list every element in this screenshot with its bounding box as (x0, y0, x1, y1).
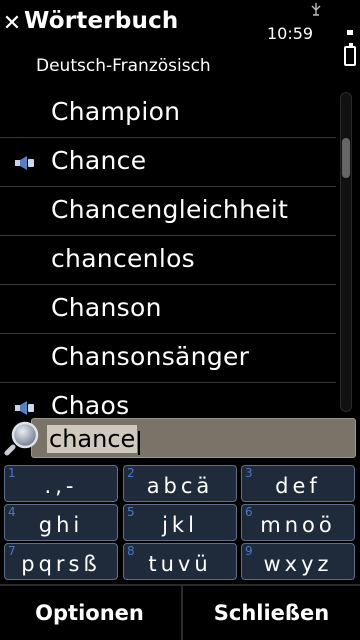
key-letters: jkl (162, 513, 198, 537)
text-caret (138, 430, 141, 455)
speaker-icon (15, 156, 34, 170)
search-input-value-wrap: chance (47, 425, 141, 455)
key-letters: pqrsß (21, 552, 101, 576)
key-letters: def (275, 474, 321, 498)
keypad-key-2[interactable]: 2 abcä (123, 465, 237, 502)
list-item[interactable]: Chance (0, 138, 336, 187)
virtual-keypad: 1 .,- 2 abcä 3 def 4 ghi 5 jkl 6 mnoö 7 pqrsß 8 tuvü 9 wx… (0, 462, 360, 584)
list-item-word: chancenlos (51, 244, 195, 273)
search-input[interactable]: chance (31, 418, 356, 458)
speaker-icon (15, 401, 34, 415)
list-item[interactable]: Chansonsänger (0, 334, 336, 383)
list-item[interactable]: Chaos (0, 383, 336, 416)
keypad-key-7[interactable]: 7 pqrsß (4, 543, 118, 580)
key-letters: ghi (38, 513, 84, 537)
keypad-key-3[interactable]: 3 def (241, 465, 355, 502)
list-item-word: Chaos (51, 391, 130, 416)
softkey-bar: Optionen Schließen (0, 584, 360, 640)
keypad-key-1[interactable]: 1 .,- (4, 465, 118, 502)
keypad-key-5[interactable]: 5 jkl (123, 504, 237, 541)
search-icon (4, 421, 39, 456)
dictionary-language-pair: Deutsch-Französisch (36, 56, 211, 76)
key-letters: abcä (146, 474, 214, 498)
close-icon[interactable]: ✕ (2, 13, 22, 35)
keypad-key-6[interactable]: 6 mnoö (241, 504, 355, 541)
keypad-key-9[interactable]: 9 wxyz (241, 543, 355, 580)
scrollbar-thumb[interactable] (342, 138, 350, 178)
key-letters: tuvü (148, 552, 212, 576)
list-item-word: Chansonsänger (51, 342, 250, 371)
key-letters: mnoö (260, 513, 336, 537)
list-item[interactable]: Champion (0, 89, 336, 138)
word-list[interactable]: Champion Chance Chancengleichheit chancenlo… (0, 89, 336, 416)
battery-level-icon (347, 30, 353, 35)
battery-icon (344, 43, 356, 66)
list-item-word: Champion (51, 97, 181, 126)
list-item[interactable]: Chancengleichheit (0, 187, 336, 236)
options-softkey[interactable]: Optionen (0, 586, 179, 640)
scrollbar[interactable] (340, 92, 352, 412)
list-item-word: Chanson (51, 293, 162, 322)
title-bar: ✕ Wörterbuch 10:59 Deutsch-Französisch (0, 0, 360, 76)
search-input-value: chance (47, 425, 138, 453)
keypad-key-4[interactable]: 4 ghi (4, 504, 118, 541)
list-item[interactable]: chancenlos (0, 236, 336, 285)
list-item-word: Chance (51, 146, 147, 175)
list-item-word: Chancengleichheit (51, 195, 289, 224)
keypad-key-8[interactable]: 8 tuvü (123, 543, 237, 580)
key-letters: .,- (44, 474, 78, 498)
key-letters: wxyz (263, 552, 333, 576)
search-bar: chance (0, 416, 360, 460)
app-title: Wörterbuch (24, 8, 179, 34)
signal-icon (311, 3, 321, 16)
list-item[interactable]: Chanson (0, 285, 336, 334)
close-softkey[interactable]: Schließen (181, 586, 360, 640)
clock: 10:59 (267, 24, 314, 43)
